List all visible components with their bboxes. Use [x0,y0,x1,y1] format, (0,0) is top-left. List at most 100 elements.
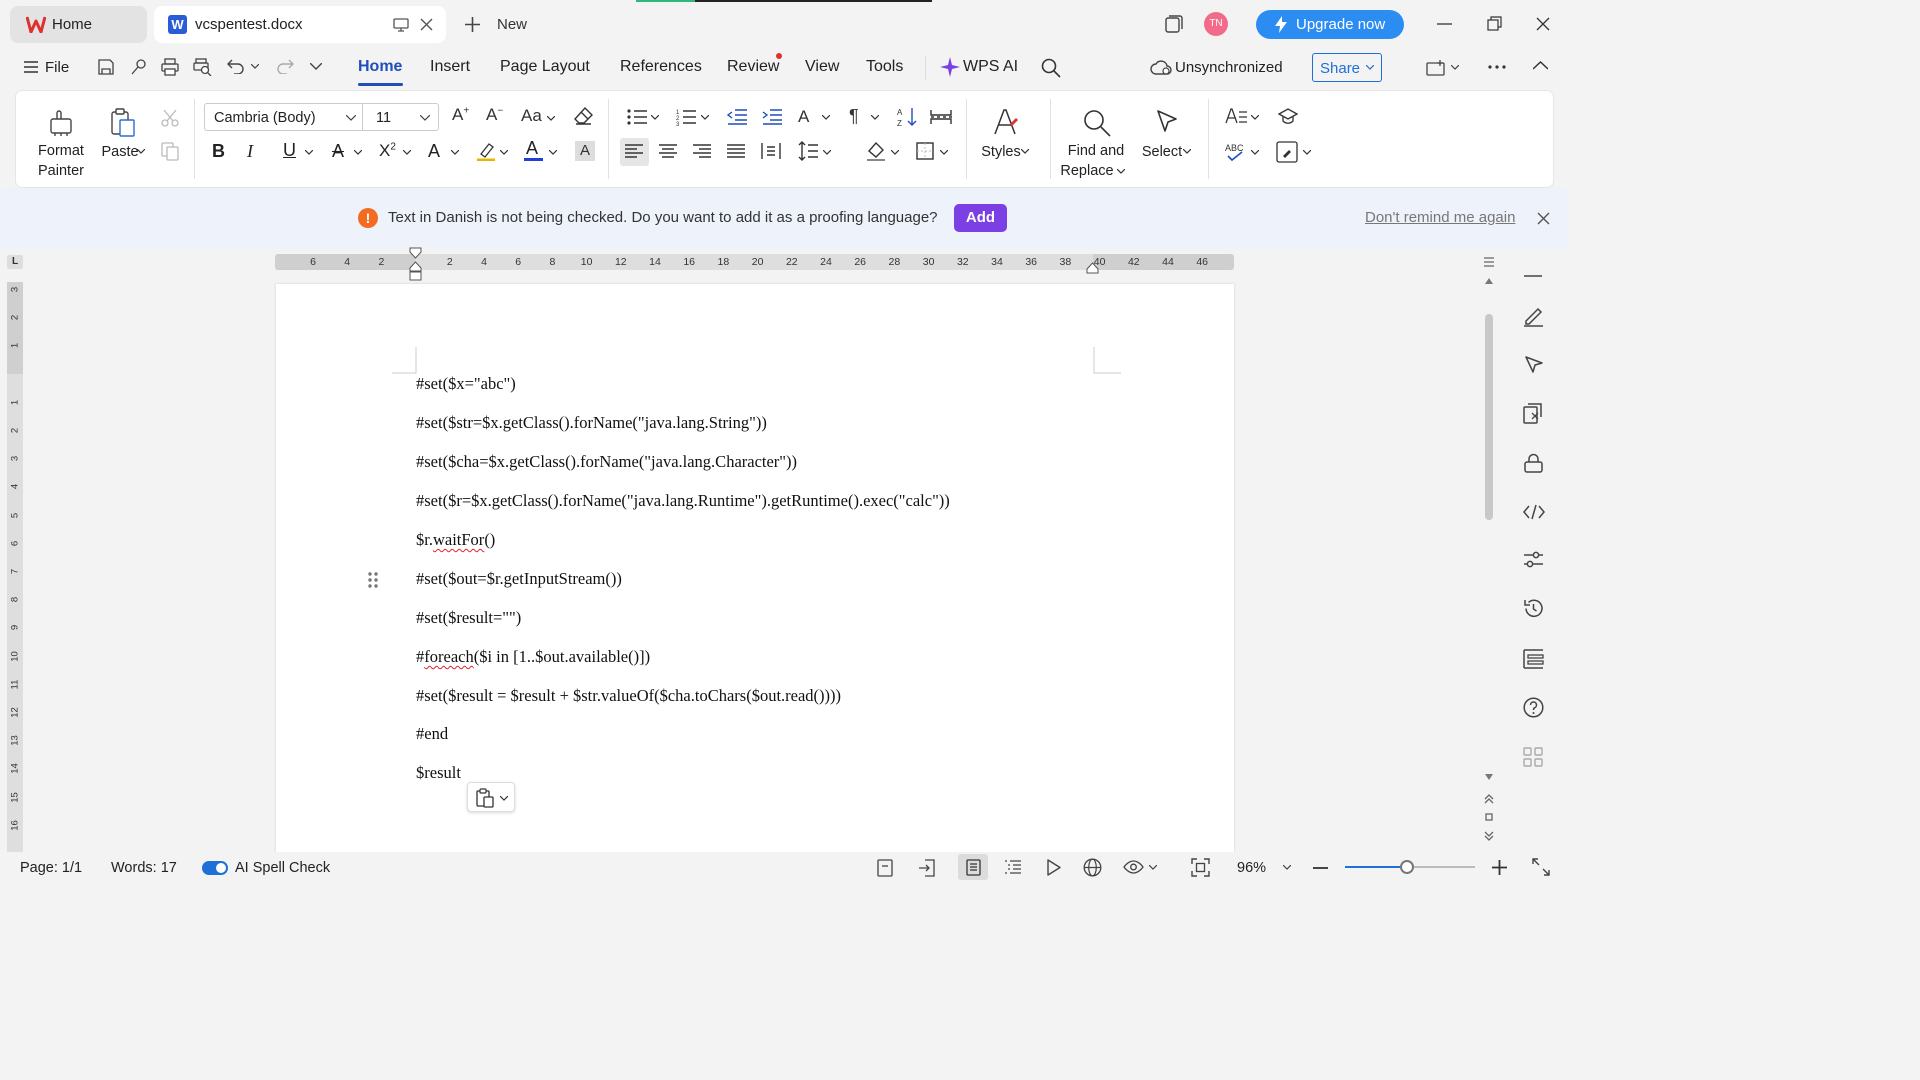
borders-dropdown-icon[interactable] [940,150,948,155]
paste-dropdown-icon[interactable] [137,149,145,154]
italic-icon[interactable]: I [247,141,253,162]
find-replace-label-1[interactable]: Find and [1062,141,1130,161]
find-replace-dropdown-icon[interactable] [1117,169,1125,174]
code-line-10[interactable]: #end [416,724,448,744]
code-line-11[interactable]: $result [416,763,461,783]
justify-icon[interactable] [727,144,745,159]
line-spacing-dropdown-icon[interactable] [823,150,831,155]
code-line-5[interactable]: $r.waitFor() [416,530,495,550]
insert-toolbar-dropdown-icon[interactable] [1451,65,1459,70]
graduation-cap-icon[interactable] [1278,108,1298,125]
tab-wps-ai[interactable]: WPS AI [963,58,1018,76]
select-dropdown-icon[interactable] [1183,149,1191,154]
scroll-up-icon[interactable] [1485,278,1493,284]
tab-references[interactable]: References [620,58,702,76]
change-case-dropdown-icon[interactable] [547,116,555,121]
tab-tools[interactable]: Tools [866,58,903,76]
select-button[interactable]: Select [1138,142,1186,162]
monitor-icon[interactable] [393,18,409,32]
shading-dropdown-icon[interactable] [891,150,899,155]
shading-icon[interactable] [866,141,886,161]
align-left-icon[interactable] [625,144,643,159]
superscript-dropdown-icon[interactable] [403,150,411,155]
tab-review[interactable]: Review [727,58,779,76]
share-link-icon[interactable] [130,58,148,76]
code-line-9[interactable]: #set($result = $result + $str.valueOf($c… [416,686,841,706]
change-case-icon[interactable]: Aa [521,106,542,126]
new-tab-button[interactable]: New [497,16,527,33]
next-page-icon[interactable] [1484,831,1494,841]
print-preview-icon[interactable] [193,58,212,76]
add-language-button[interactable]: Add [954,204,1007,232]
paste-options-button[interactable] [467,782,515,812]
split-view-icon[interactable] [1484,256,1494,268]
lock-icon[interactable] [1524,453,1543,473]
window-layout-icon[interactable] [1165,15,1183,33]
tab-stop-selector[interactable]: L [7,255,23,269]
page-break-icon[interactable] [930,109,952,125]
code-line-8[interactable]: #foreach($i in [1..$out.available()]) [416,647,650,667]
strikethrough-icon[interactable]: A [332,141,344,162]
document-compare-icon[interactable] [1523,403,1544,424]
page-view-icon[interactable] [966,859,981,876]
save-icon[interactable] [97,58,115,76]
superscript-icon[interactable]: X2 [379,141,396,161]
tab-insert[interactable]: Insert [430,58,470,76]
format-painter-button[interactable]: Format Painter [30,141,92,181]
collapse-panel-icon[interactable] [1524,275,1542,277]
search-icon[interactable] [1041,58,1061,78]
browse-object-icon[interactable] [1485,813,1493,821]
underline-icon[interactable]: U [283,140,296,161]
paste-button[interactable]: Paste [100,142,140,162]
sort-icon[interactable]: AZ [897,107,917,127]
sync-status[interactable]: Unsynchronized [1175,59,1283,76]
history-icon[interactable] [1523,598,1544,619]
copy-icon[interactable] [161,142,179,161]
styles-button[interactable]: Styles [979,142,1023,162]
edit-pen-icon[interactable] [1523,306,1544,327]
tab-document[interactable]: W vcspentest.docx [154,6,446,43]
file-menu[interactable]: File [45,59,69,76]
code-line-4[interactable]: #set($r=$x.getClass().forName("java.lang… [416,491,950,511]
tab-view[interactable]: View [805,58,839,76]
dont-remind-link[interactable]: Don't remind me again [1365,209,1515,226]
web-view-icon[interactable] [1083,858,1102,877]
scrollbar-thumb[interactable] [1485,314,1493,520]
play-icon[interactable] [1046,859,1061,876]
right-indent-marker-icon[interactable] [1086,262,1099,274]
bullet-list-icon[interactable] [627,109,647,125]
zoom-level[interactable]: 96% [1237,860,1266,876]
restore-icon[interactable] [1487,16,1502,31]
select-pointer-icon[interactable] [1524,355,1544,375]
highlight-dropdown-icon[interactable] [500,150,508,155]
navigation-pane-icon[interactable] [1523,649,1544,669]
print-icon[interactable] [161,58,179,76]
zoom-in-icon[interactable] [1492,860,1507,875]
help-icon[interactable] [1523,697,1544,718]
tab-home-ribbon[interactable]: Home [358,58,402,76]
font-color-icon[interactable]: A [526,138,538,159]
vertical-ruler[interactable]: 3 2 1 1 2 3 4 5 6 7 8 9 10 11 12 13 14 15 16 [7,282,23,852]
increase-font-size-icon[interactable]: A+ [452,105,469,125]
fullscreen-icon[interactable] [1532,858,1550,876]
avatar[interactable]: TN [1204,12,1228,36]
text-direction-icon[interactable]: A [798,107,809,127]
code-icon[interactable] [1523,504,1545,520]
paragraph-mark-dropdown-icon[interactable] [871,115,879,120]
line-spacing-icon[interactable] [798,141,818,161]
drag-handle-icon[interactable] [367,571,379,589]
spell-check-dropdown-icon[interactable] [1251,150,1259,155]
decrease-font-size-icon[interactable]: A− [486,105,503,125]
scroll-down-icon[interactable] [1485,774,1493,780]
align-center-icon[interactable] [659,144,677,159]
insert-toolbar-icon[interactable] [1426,59,1448,77]
code-line-2[interactable]: #set($str=$x.getClass().forName("java.la… [416,413,767,433]
increase-indent-icon[interactable] [762,109,782,125]
align-right-icon[interactable] [693,144,711,159]
styles-dropdown-icon[interactable] [1021,149,1029,154]
character-shading-icon[interactable]: A [575,141,595,161]
zoom-slider-knob[interactable] [1400,860,1415,874]
upgrade-button[interactable]: Upgrade now [1256,10,1404,39]
code-line-1[interactable]: #set($x="abc") [416,374,516,394]
undo-dropdown-icon[interactable] [251,64,259,69]
